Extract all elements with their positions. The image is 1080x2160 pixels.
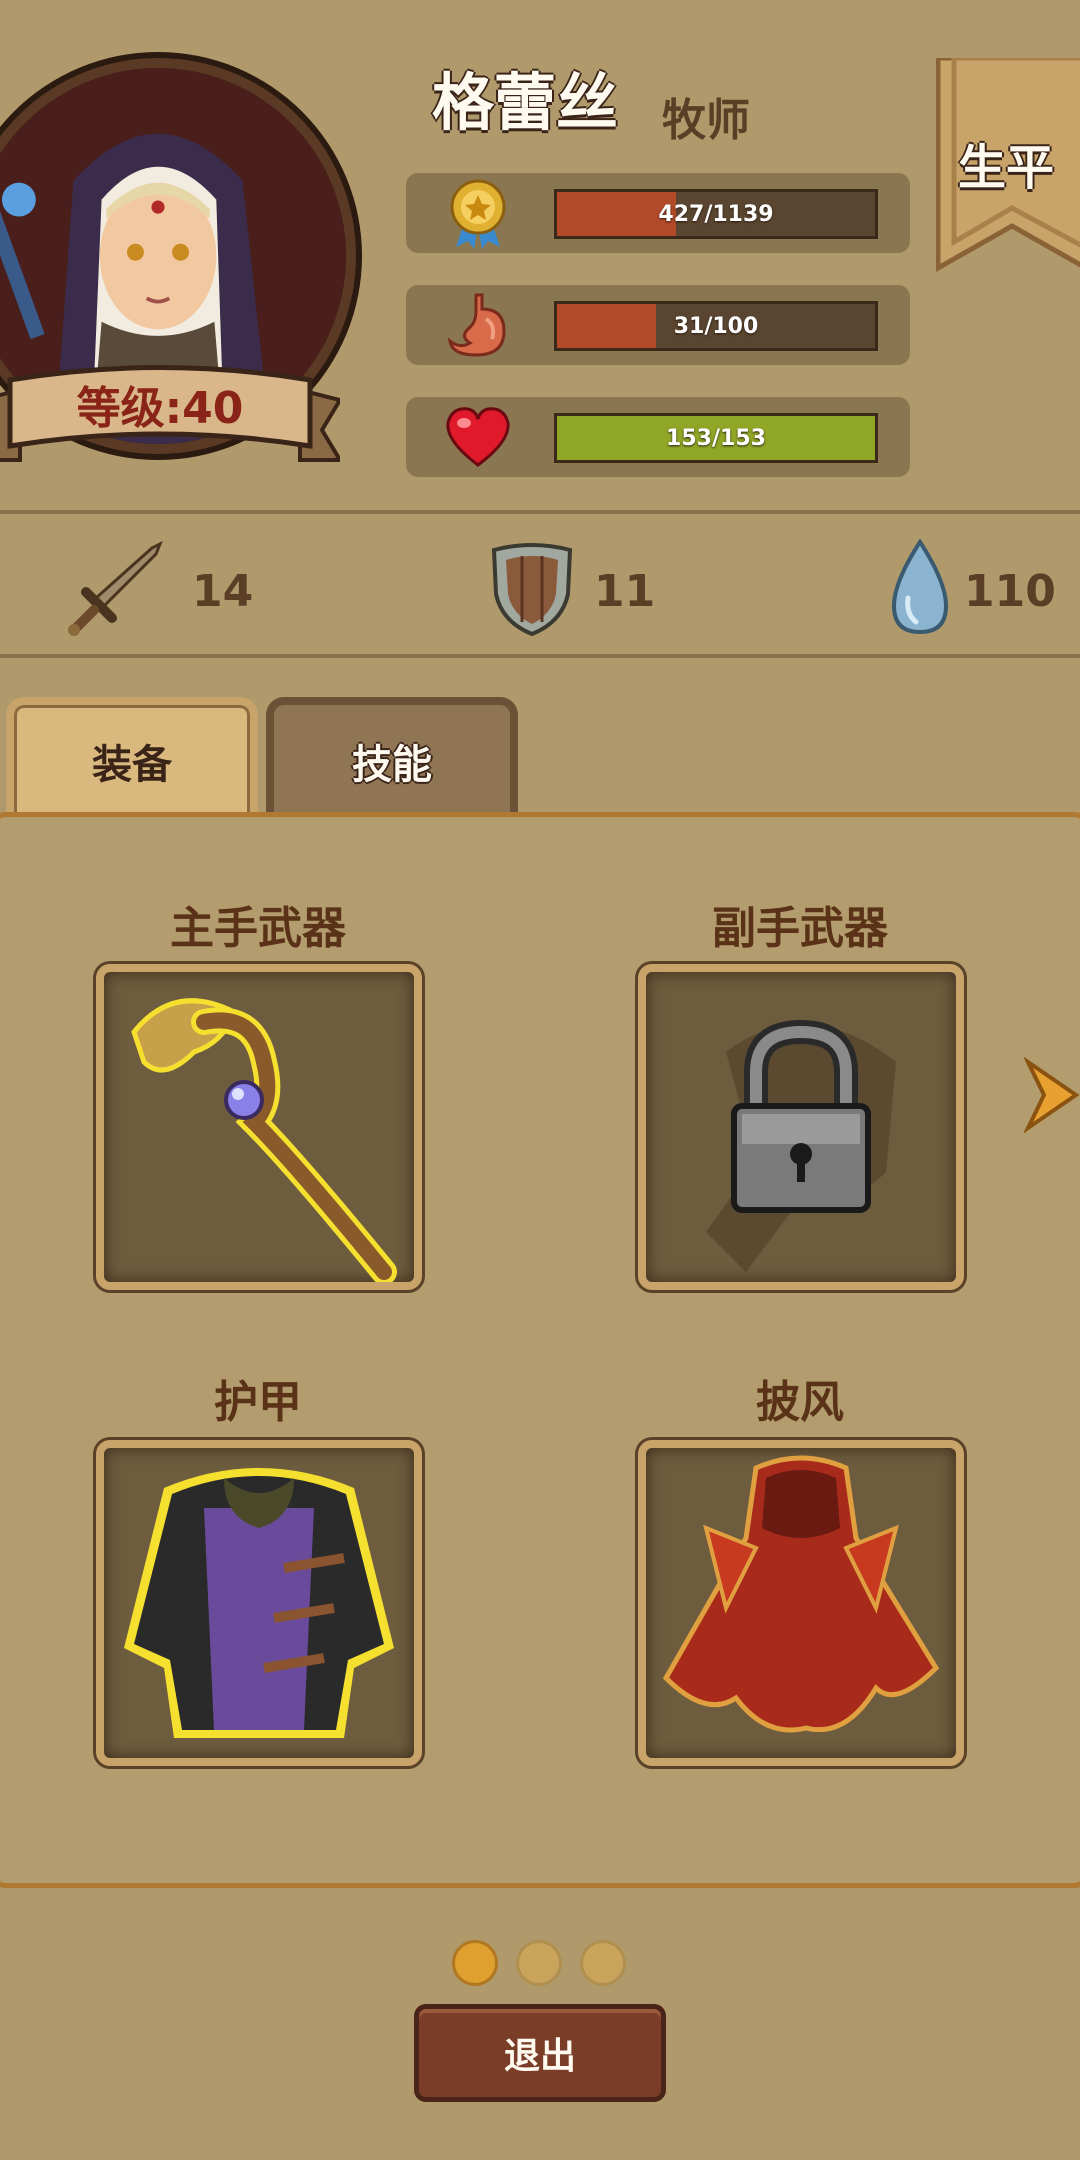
next-page-arrow-icon[interactable] — [1024, 1056, 1080, 1134]
cloak-label: 披风 — [756, 1377, 844, 1428]
sword-icon — [68, 540, 163, 636]
off-hand-slot[interactable] — [638, 964, 964, 1290]
defense-value: 11 — [594, 566, 656, 617]
divider-bottom — [0, 654, 1080, 658]
experience-bar: 427/1139 — [554, 189, 878, 239]
health-bar: 153/153 — [554, 413, 878, 463]
divider-top — [0, 510, 1080, 514]
heart-icon — [446, 407, 510, 467]
character-name: 格蕾丝 — [432, 66, 619, 139]
cloak-icon — [662, 1455, 940, 1733]
experience-row: 427/1139 — [406, 173, 910, 253]
hunger-value: 31/100 — [673, 313, 759, 339]
armor-label: 护甲 — [214, 1377, 302, 1428]
main-hand-label: 主手武器 — [170, 903, 346, 954]
lock-icon — [706, 1019, 896, 1272]
main-hand-slot[interactable] — [96, 964, 422, 1290]
stomach-icon — [447, 293, 506, 357]
staff-icon — [131, 998, 397, 1282]
exit-button[interactable]: 退出 — [414, 2004, 666, 2102]
character-class: 牧师 — [662, 95, 750, 146]
level-label: 等级:40 — [76, 383, 244, 434]
hunger-row: 31/100 — [406, 285, 910, 365]
shield-icon — [491, 543, 573, 637]
robe-icon — [124, 1468, 394, 1738]
cloak-slot[interactable] — [638, 1440, 964, 1766]
hunger-bar: 31/100 — [554, 301, 878, 351]
medal-icon — [450, 179, 506, 249]
tab-skills[interactable]: 技能 — [266, 697, 518, 825]
page-dot-1[interactable] — [452, 1940, 498, 1986]
biography-label: 生平 — [958, 140, 1055, 196]
health-value: 153/153 — [666, 425, 766, 451]
armor-slot[interactable] — [96, 1440, 422, 1766]
tab-equipment[interactable]: 装备 — [6, 697, 258, 825]
health-row: 153/153 — [406, 397, 910, 477]
attack-value: 14 — [192, 566, 254, 617]
page-dot-3[interactable] — [580, 1940, 626, 1986]
page-dot-2[interactable] — [516, 1940, 562, 1986]
mana-value: 110 — [964, 566, 1056, 617]
water-drop-icon — [891, 538, 949, 635]
off-hand-label: 副手武器 — [712, 903, 888, 954]
experience-value: 427/1139 — [658, 201, 774, 227]
